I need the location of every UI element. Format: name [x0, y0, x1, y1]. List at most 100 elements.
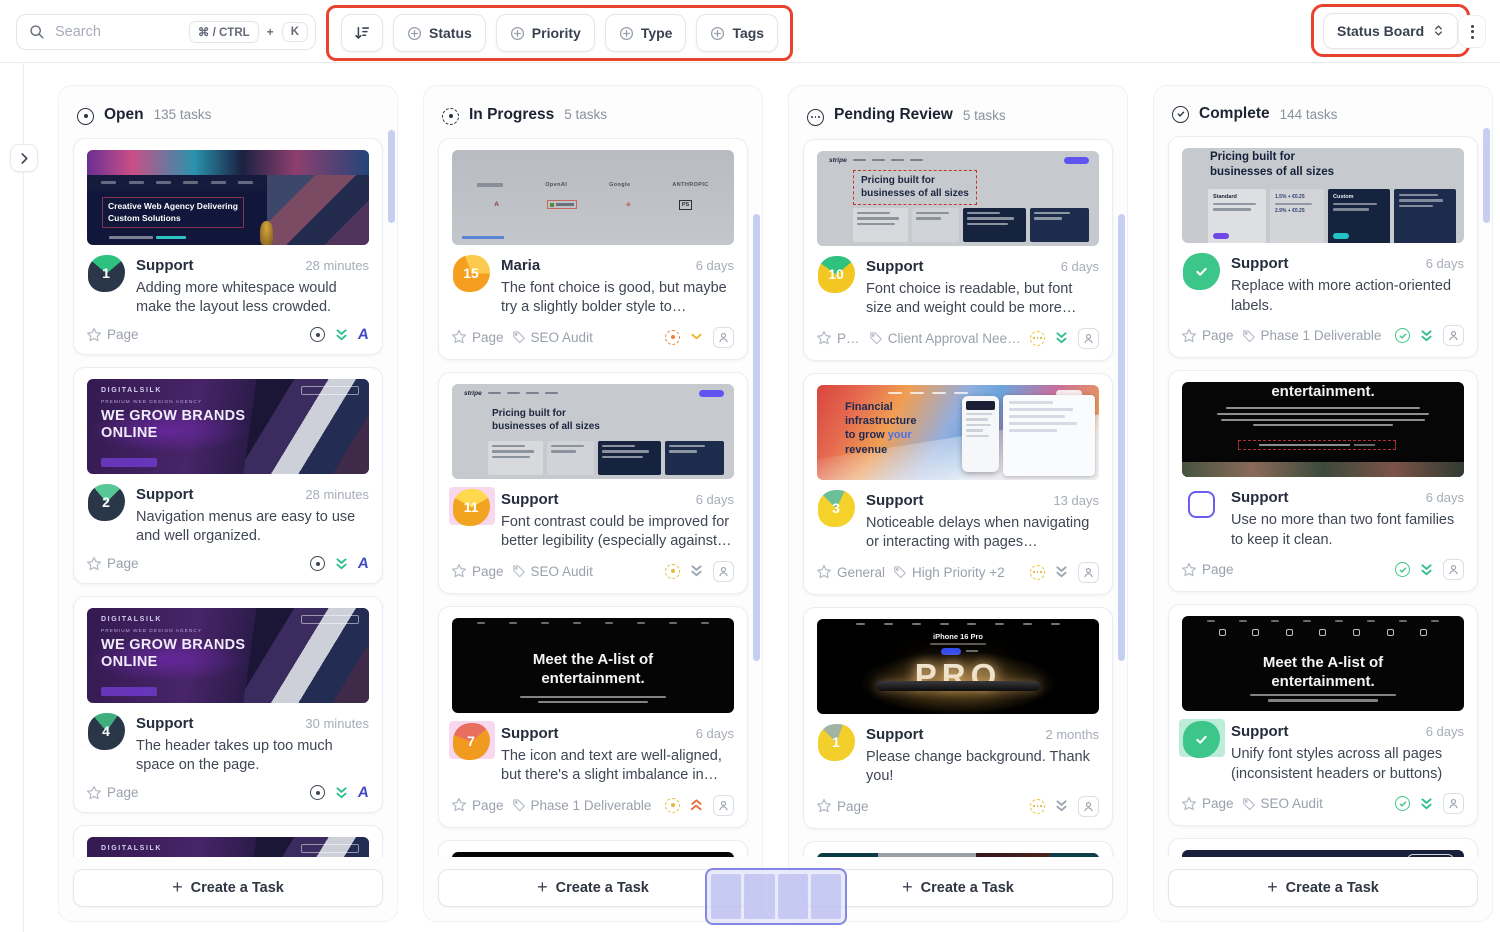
task-card[interactable]: Meet the A-list ofentertainment.7Support…: [438, 606, 748, 828]
create-task-button[interactable]: +Create a Task: [438, 869, 748, 907]
task-tag[interactable]: Client Approval Needed +1: [869, 331, 1022, 346]
priority-low-icon[interactable]: [1054, 798, 1069, 814]
star-icon[interactable]: [451, 563, 467, 579]
priority-low-icon[interactable]: [1419, 328, 1434, 344]
star-icon[interactable]: [86, 327, 102, 343]
task-card[interactable]: OpenAIGoogleANTHROPICA✳PS15Maria6 daysTh…: [438, 138, 748, 360]
create-task-button[interactable]: +Create a Task: [73, 869, 383, 907]
star-icon[interactable]: [86, 556, 102, 572]
priority-low-icon[interactable]: [334, 556, 349, 572]
task-card-partial[interactable]: stripeContact sales: [1168, 838, 1478, 857]
star-icon[interactable]: [1181, 328, 1197, 344]
status-complete-icon[interactable]: [1395, 328, 1410, 343]
task-tag[interactable]: SEO Audit: [512, 564, 593, 579]
priority-low-icon[interactable]: [1054, 330, 1069, 346]
search-field[interactable]: [53, 23, 181, 41]
assignee-avatar[interactable]: A: [358, 327, 369, 342]
star-icon[interactable]: [451, 329, 467, 345]
status-pending-icon[interactable]: [1030, 331, 1045, 346]
assignee-icon[interactable]: [1078, 562, 1099, 583]
task-tag[interactable]: Page: [816, 798, 869, 814]
assignee-icon[interactable]: [1078, 796, 1099, 817]
tag-icon[interactable]: [1242, 797, 1256, 811]
task-card[interactable]: DIGITALSILKPREMIUM WEB DESIGN AGENCYWE G…: [73, 367, 383, 584]
assignee-icon[interactable]: [1443, 793, 1464, 814]
task-tag[interactable]: SEO Audit: [512, 330, 593, 345]
assignee-icon[interactable]: [1078, 328, 1099, 349]
star-icon[interactable]: [1181, 562, 1197, 578]
task-tag[interactable]: High Priority +2: [893, 565, 1005, 580]
task-tag[interactable]: SEO Audit: [1242, 796, 1323, 811]
task-card[interactable]: Creative Web Agency DeliveringCustom Sol…: [73, 138, 383, 355]
task-tag[interactable]: Page: [86, 556, 139, 572]
task-tag[interactable]: Page: [1181, 328, 1234, 344]
task-tag[interactable]: Page: [451, 563, 504, 579]
create-task-button[interactable]: +Create a Task: [1168, 869, 1478, 907]
status-in-progress-icon[interactable]: [665, 330, 680, 345]
task-tag[interactable]: Page: [816, 330, 861, 346]
assignee-icon[interactable]: [1443, 325, 1464, 346]
assignee-icon[interactable]: [1443, 559, 1464, 580]
status-in-progress-icon[interactable]: [665, 564, 680, 579]
status-complete-icon[interactable]: [1395, 562, 1410, 577]
assignee-icon[interactable]: [713, 561, 734, 582]
assignee-icon[interactable]: [713, 795, 734, 816]
tag-icon[interactable]: [893, 565, 907, 579]
priority-low-icon[interactable]: [1419, 562, 1434, 578]
sort-button[interactable]: [341, 14, 383, 52]
more-menu-button[interactable]: [1458, 15, 1486, 48]
tag-icon[interactable]: [512, 564, 526, 578]
task-tag[interactable]: Phase 1 Deliverable: [512, 798, 652, 813]
task-card[interactable]: entertainment.Support6 daysUse no more t…: [1168, 370, 1478, 592]
task-checkbox[interactable]: [1188, 491, 1215, 518]
task-card[interactable]: Pricing built forbusinesses of all sizes…: [1168, 136, 1478, 358]
priority-low-icon[interactable]: [334, 785, 349, 801]
column-scrollbar[interactable]: [1483, 128, 1490, 223]
task-tag[interactable]: Page: [451, 797, 504, 813]
column-scrollbar[interactable]: [753, 214, 760, 661]
task-card[interactable]: Meet the A-list ofentertainment.Support6…: [1168, 604, 1478, 826]
priority-low-icon[interactable]: [334, 327, 349, 343]
priority-high-icon[interactable]: [689, 797, 704, 813]
task-card[interactable]: iPhone 16 ProPRO1Support2 monthsPlease c…: [803, 607, 1113, 829]
star-icon[interactable]: [816, 798, 832, 814]
priority-medium-icon[interactable]: [689, 332, 704, 342]
priority-low-icon[interactable]: [1054, 564, 1069, 580]
filter-button-priority[interactable]: Priority: [496, 14, 595, 52]
column-scrollbar[interactable]: [388, 130, 395, 223]
task-tag[interactable]: Page: [86, 327, 139, 343]
task-tag[interactable]: Phase 1 Deliverable: [1242, 328, 1382, 343]
task-tag[interactable]: General: [816, 564, 885, 580]
priority-low-icon[interactable]: [1419, 796, 1434, 812]
task-card-partial[interactable]: DIGITALSILK: [73, 825, 383, 857]
filter-button-tags[interactable]: Tags: [696, 14, 778, 52]
search-input[interactable]: ⌘ / CTRL + K: [16, 14, 316, 50]
task-tag[interactable]: Page: [86, 785, 139, 801]
task-tag[interactable]: Page: [1181, 796, 1234, 812]
task-card[interactable]: Financialinfrastructureto grow yourreven…: [803, 373, 1113, 595]
task-tag[interactable]: Page: [1181, 562, 1234, 578]
status-pending-icon[interactable]: [1030, 565, 1045, 580]
status-open-icon[interactable]: [310, 556, 325, 571]
task-card-partial[interactable]: Meet the A-list of: [438, 840, 748, 857]
star-icon[interactable]: [816, 330, 832, 346]
status-in-progress-icon[interactable]: [665, 798, 680, 813]
star-icon[interactable]: [86, 785, 102, 801]
tag-icon[interactable]: [512, 330, 526, 344]
filter-button-type[interactable]: Type: [605, 14, 687, 52]
task-tag[interactable]: Page: [451, 329, 504, 345]
tag-icon[interactable]: [512, 798, 526, 812]
create-task-button[interactable]: +Create a Task: [803, 869, 1113, 907]
star-icon[interactable]: [451, 797, 467, 813]
priority-low-icon[interactable]: [689, 563, 704, 579]
expand-sidebar-button[interactable]: [10, 144, 38, 172]
assignee-icon[interactable]: [713, 327, 734, 348]
star-icon[interactable]: [1181, 796, 1197, 812]
task-card[interactable]: stripePricing built forbusinesses of all…: [803, 139, 1113, 361]
status-open-icon[interactable]: [310, 785, 325, 800]
assignee-avatar[interactable]: A: [358, 785, 369, 800]
task-card[interactable]: stripePricing built forbusinesses of all…: [438, 372, 748, 594]
status-open-icon[interactable]: [310, 327, 325, 342]
task-card[interactable]: DIGITALSILKPREMIUM WEB DESIGN AGENCYWE G…: [73, 596, 383, 813]
task-card-partial[interactable]: [803, 841, 1113, 857]
